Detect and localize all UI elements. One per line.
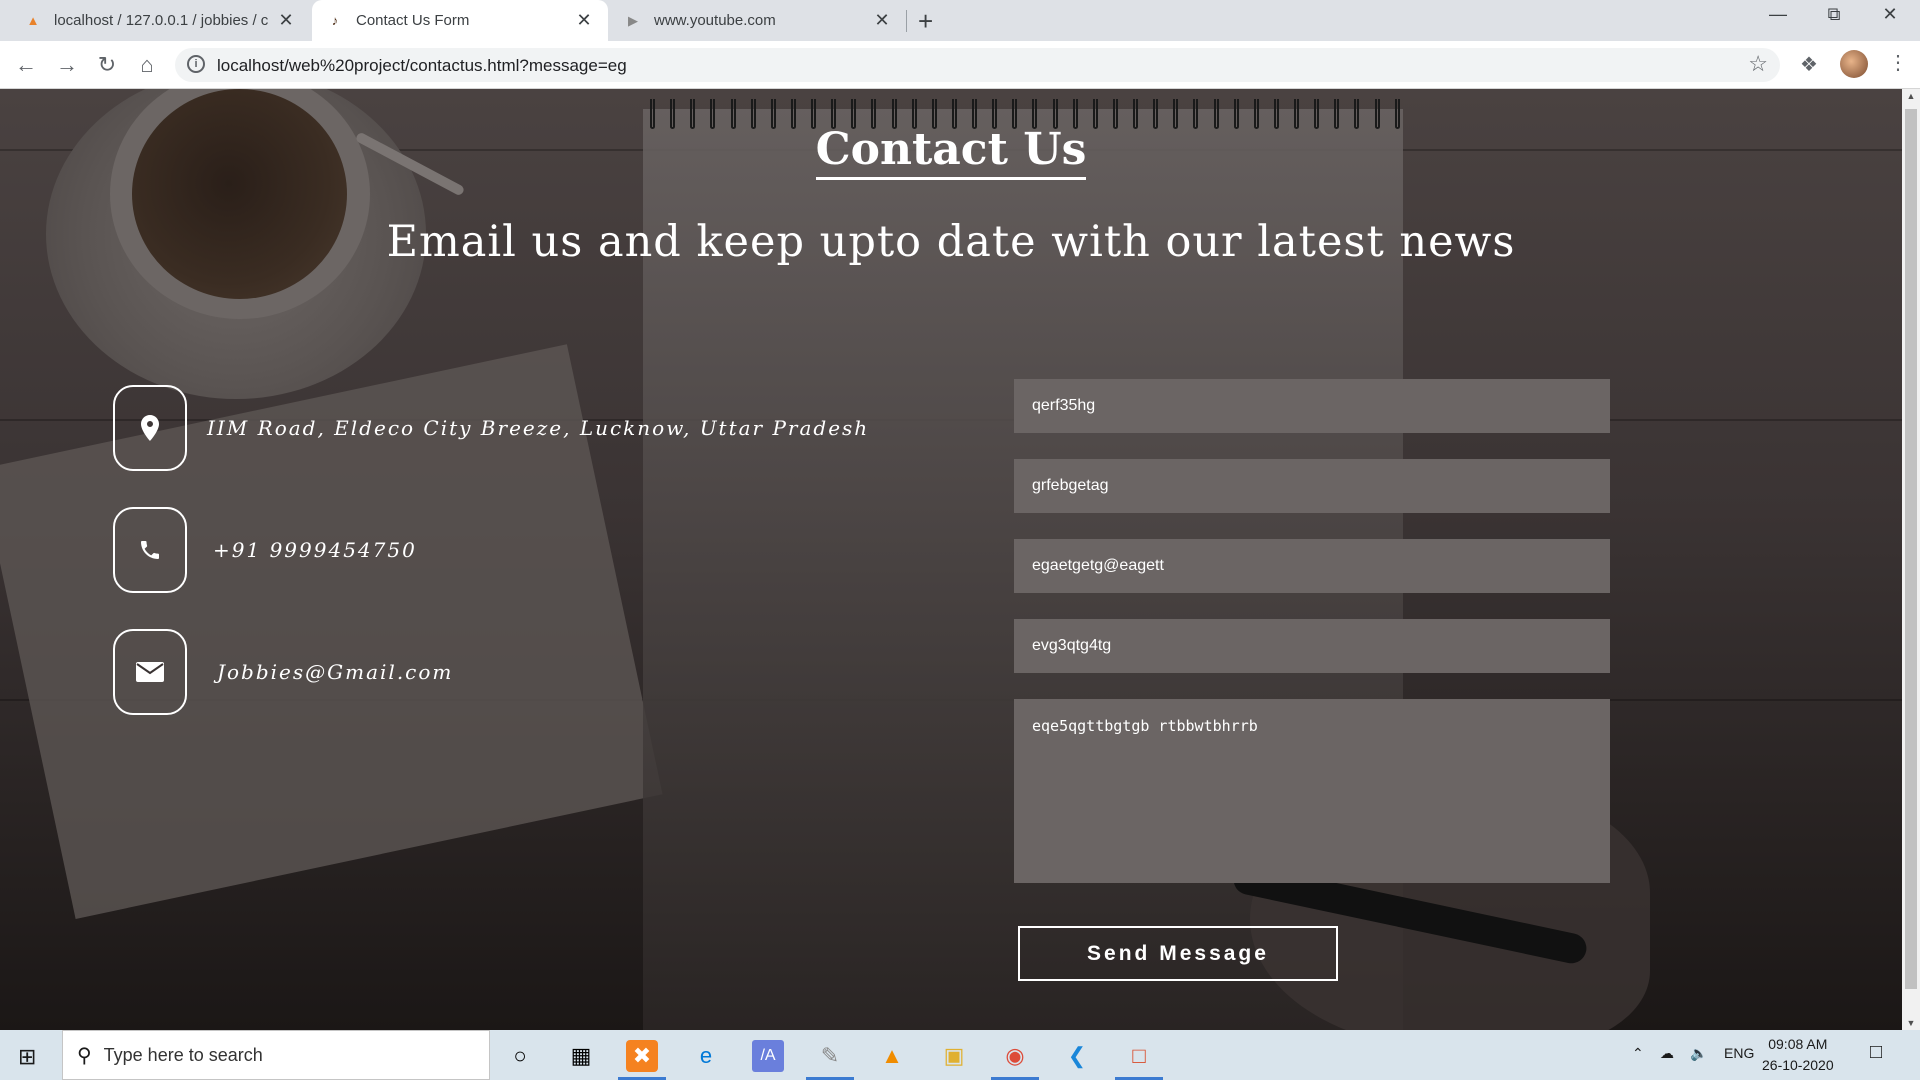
tab-title: Contact Us Form — [356, 12, 470, 29]
email-field[interactable]: egaetgetg@eagett — [1014, 539, 1610, 593]
search-icon: ⚲ — [77, 1044, 92, 1067]
reload-icon[interactable]: ↻ — [93, 51, 121, 79]
page-title: Contact Us — [0, 124, 1902, 180]
message-textarea[interactable]: eqe5qgttbgtgb rtbbwtbhrrb — [1014, 699, 1610, 883]
page-favicon-icon: ♪ — [331, 13, 339, 28]
home-icon[interactable]: ⌂ — [133, 51, 161, 79]
menu-icon[interactable]: ⋮ — [1888, 50, 1908, 75]
tab-contact-us[interactable]: ♪ Contact Us Form ✕ — [312, 0, 608, 41]
volume-icon[interactable]: 🔈 — [1690, 1045, 1707, 1062]
clock-time: 09:08 AM — [1768, 1036, 1828, 1052]
youtube-icon: ▶ — [628, 12, 638, 28]
notification-icon[interactable]: □ — [1870, 1041, 1882, 1064]
powerpoint-icon[interactable]: □ — [1115, 1040, 1163, 1080]
second-field[interactable]: grfebgetag — [1014, 459, 1610, 513]
coffee-decoration — [132, 89, 347, 299]
tab-title: localhost / 127.0.0.1 / jobbies / c — [54, 12, 269, 29]
vlc-icon[interactable]: ▲ — [876, 1040, 908, 1072]
vscode-icon[interactable]: ❮ — [1061, 1040, 1093, 1072]
task-view-icon[interactable]: ▦ — [565, 1040, 597, 1072]
file-explorer-icon[interactable]: ▣ — [938, 1040, 970, 1072]
clock[interactable]: 09:08 AM 26-10-2020 — [1762, 1034, 1834, 1076]
browser-toolbar: ← → ↻ ⌂ i localhost/web%20project/contac… — [0, 41, 1920, 89]
new-tab-icon[interactable]: + — [918, 6, 933, 37]
info-icon[interactable]: i — [187, 55, 205, 73]
cortana-icon[interactable]: ○ — [504, 1040, 536, 1072]
chrome-icon[interactable]: ◉ — [991, 1040, 1039, 1080]
extensions-icon[interactable]: ❖ — [1800, 52, 1818, 77]
app-icon[interactable]: /A — [752, 1040, 784, 1072]
back-icon[interactable]: ← — [12, 51, 40, 79]
windows-start-icon[interactable]: ⊞ — [18, 1044, 36, 1070]
avatar[interactable] — [1840, 50, 1868, 78]
email-info: Jobbies@Gmail.com — [113, 629, 453, 715]
scroll-up-icon[interactable]: ▲ — [1902, 91, 1920, 101]
language-indicator[interactable]: ENG — [1724, 1045, 1754, 1061]
forward-icon[interactable]: → — [53, 51, 81, 79]
close-icon[interactable]: ✕ — [276, 10, 296, 31]
network-icon[interactable]: ☁ — [1660, 1045, 1674, 1062]
clock-date: 26-10-2020 — [1762, 1057, 1834, 1073]
window-close-icon[interactable]: ✕ — [1870, 4, 1910, 25]
minimize-icon[interactable]: — — [1758, 4, 1798, 25]
address-info: IIM Road, Eldeco City Breeze, Lucknow, U… — [113, 385, 869, 471]
scroll-thumb[interactable] — [1905, 109, 1917, 989]
page-scrollbar[interactable]: ▲ ▼ — [1902, 89, 1920, 1030]
restore-icon[interactable]: ⧉ — [1814, 4, 1854, 25]
tab-title: www.youtube.com — [654, 12, 776, 29]
tab-youtube[interactable]: ▶ www.youtube.com ✕ — [610, 0, 906, 41]
location-pin-icon — [113, 385, 187, 471]
name-field[interactable]: qerf35hg — [1014, 379, 1610, 433]
envelope-icon — [113, 629, 187, 715]
page-subtitle: Email us and keep upto date with our lat… — [386, 217, 1516, 267]
url-text[interactable]: localhost/web%20project/contactus.html?m… — [217, 56, 627, 76]
scroll-down-icon[interactable]: ▼ — [1902, 1018, 1920, 1028]
taskbar: ⊞ ⚲ Type here to search ○ ▦ ✖ e /A ✎ ▲ ▣… — [0, 1030, 1920, 1080]
phpmyadmin-icon: ▲ — [26, 13, 40, 28]
phone-icon — [113, 507, 187, 593]
close-icon[interactable]: ✕ — [872, 10, 892, 31]
contact-page: Contact Us Email us and keep upto date w… — [0, 89, 1902, 1030]
edge-icon[interactable]: e — [690, 1040, 722, 1072]
phone-info: +91 9999454750 — [113, 507, 417, 593]
tab-phpmyadmin[interactable]: ▲ localhost / 127.0.0.1 / jobbies / c ✕ — [10, 0, 310, 41]
star-icon[interactable]: ☆ — [1748, 51, 1768, 77]
taskbar-search[interactable]: ⚲ Type here to search — [62, 1030, 490, 1080]
phone-text: +91 9999454750 — [213, 538, 417, 562]
tab-strip: ▲ localhost / 127.0.0.1 / jobbies / c ✕ … — [0, 0, 1920, 41]
search-placeholder: Type here to search — [103, 1044, 263, 1065]
send-message-button[interactable]: Send Message — [1018, 926, 1338, 981]
close-icon[interactable]: ✕ — [574, 10, 594, 31]
tab-separator — [906, 10, 907, 32]
email-text: Jobbies@Gmail.com — [217, 660, 454, 684]
xampp-icon[interactable]: ✖ — [618, 1040, 666, 1080]
address-bar[interactable]: i localhost/web%20project/contactus.html… — [175, 48, 1780, 82]
chevron-up-icon[interactable]: ⌃ — [1632, 1045, 1644, 1062]
fourth-field[interactable]: evg3qtg4tg — [1014, 619, 1610, 673]
address-text: IIM Road, Eldeco City Breeze, Lucknow, U… — [207, 416, 870, 440]
paint-icon[interactable]: ✎ — [806, 1040, 854, 1080]
